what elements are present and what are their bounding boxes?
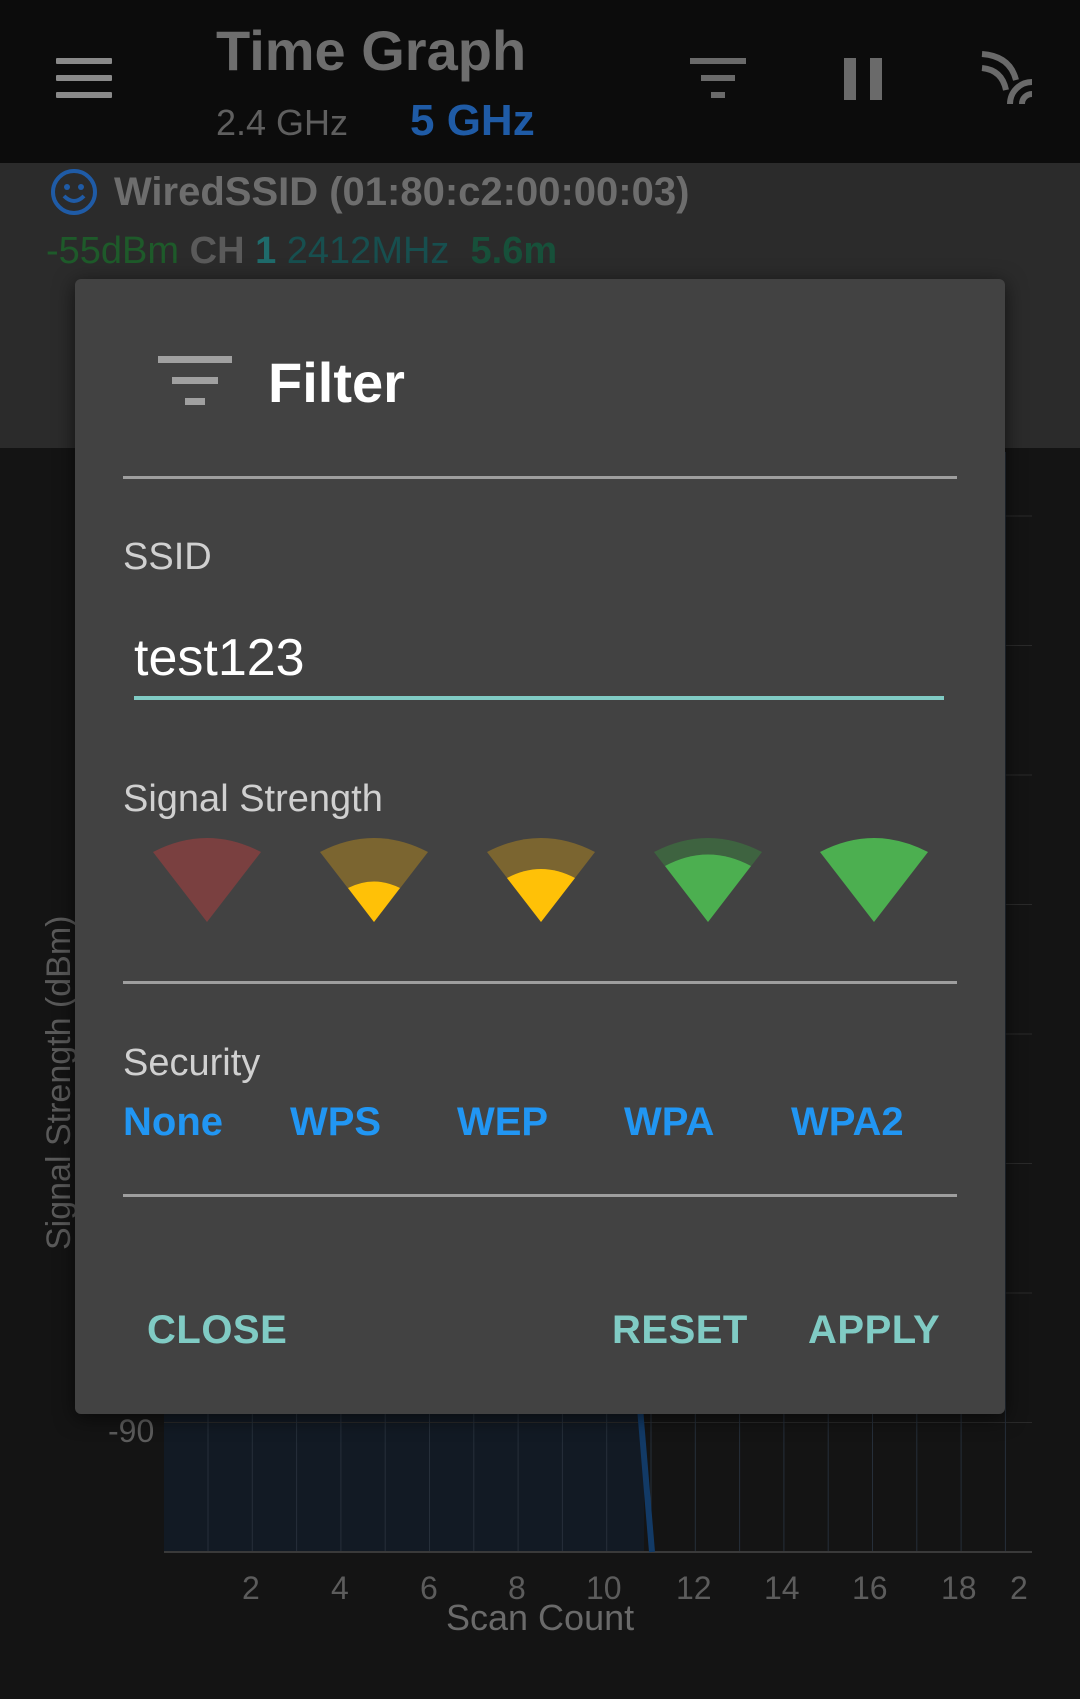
filter-icon[interactable] <box>690 58 750 100</box>
menu-icon[interactable] <box>56 58 112 98</box>
band-5-tab[interactable]: 5 GHz <box>410 96 535 146</box>
ssid-input[interactable] <box>134 620 944 700</box>
network-details: -55dBm CH 1 2412MHz 5.6m <box>46 230 557 273</box>
security-label: Security <box>123 1042 261 1084</box>
graph-x-tick: 12 <box>676 1570 712 1606</box>
graph-x-axis-label: Scan Count <box>446 1597 635 1638</box>
graph-x-tick: 4 <box>331 1570 349 1606</box>
signal-level-0-icon[interactable] <box>153 838 261 924</box>
security-option-wep[interactable]: WEP <box>457 1100 548 1145</box>
signal-level-3-icon[interactable] <box>654 838 762 924</box>
app-bar: Time Graph 2.4 GHz 5 GHz <box>0 0 1080 163</box>
graph-x-tick: 14 <box>764 1570 800 1606</box>
pause-icon[interactable] <box>844 58 884 100</box>
filter-icon <box>158 356 232 405</box>
band-2-4-tab[interactable]: 2.4 GHz <box>216 102 348 144</box>
app-title: Time Graph <box>216 19 527 82</box>
security-option-none[interactable]: None <box>123 1100 223 1145</box>
graph-y-axis-label: Signal Strength (dBm) <box>40 915 78 1251</box>
network-channel: 1 <box>255 230 277 272</box>
signal-level-2-icon[interactable] <box>487 838 595 924</box>
network-signal: -55dBm <box>46 230 180 272</box>
dialog-divider <box>123 981 957 984</box>
graph-x-tick: 16 <box>852 1570 888 1606</box>
graph-x-tick: 2 <box>1010 1570 1028 1606</box>
network-distance: 5.6m <box>470 230 558 272</box>
signal-level-1-icon[interactable] <box>320 838 428 924</box>
network-frequency: 2412MHz <box>286 230 450 272</box>
wifi-scan-icon[interactable] <box>980 50 1036 106</box>
apply-button[interactable]: APPLY <box>808 1308 940 1353</box>
network-ch-label: CH <box>189 230 245 272</box>
security-option-wps[interactable]: WPS <box>290 1100 381 1145</box>
signal-strength-label: Signal Strength <box>123 778 383 820</box>
security-option-wpa[interactable]: WPA <box>624 1100 714 1145</box>
dialog-divider <box>123 1194 957 1197</box>
graph-y-tick: -90 <box>108 1413 155 1449</box>
graph-x-tick: 2 <box>242 1570 260 1606</box>
ssid-label: SSID <box>123 536 212 578</box>
network-ssid: WiredSSID (01:80:c2:00:00:03) <box>114 170 690 214</box>
graph-x-tick: 6 <box>420 1570 438 1606</box>
smiley-icon <box>51 169 97 215</box>
reset-button[interactable]: RESET <box>612 1308 748 1353</box>
signal-level-4-icon[interactable] <box>820 838 928 924</box>
graph-x-tick: 18 <box>941 1570 977 1606</box>
dialog-divider <box>123 476 957 479</box>
close-button[interactable]: CLOSE <box>147 1308 287 1353</box>
dialog-title: Filter <box>268 351 405 414</box>
security-option-wpa2[interactable]: WPA2 <box>791 1100 904 1145</box>
